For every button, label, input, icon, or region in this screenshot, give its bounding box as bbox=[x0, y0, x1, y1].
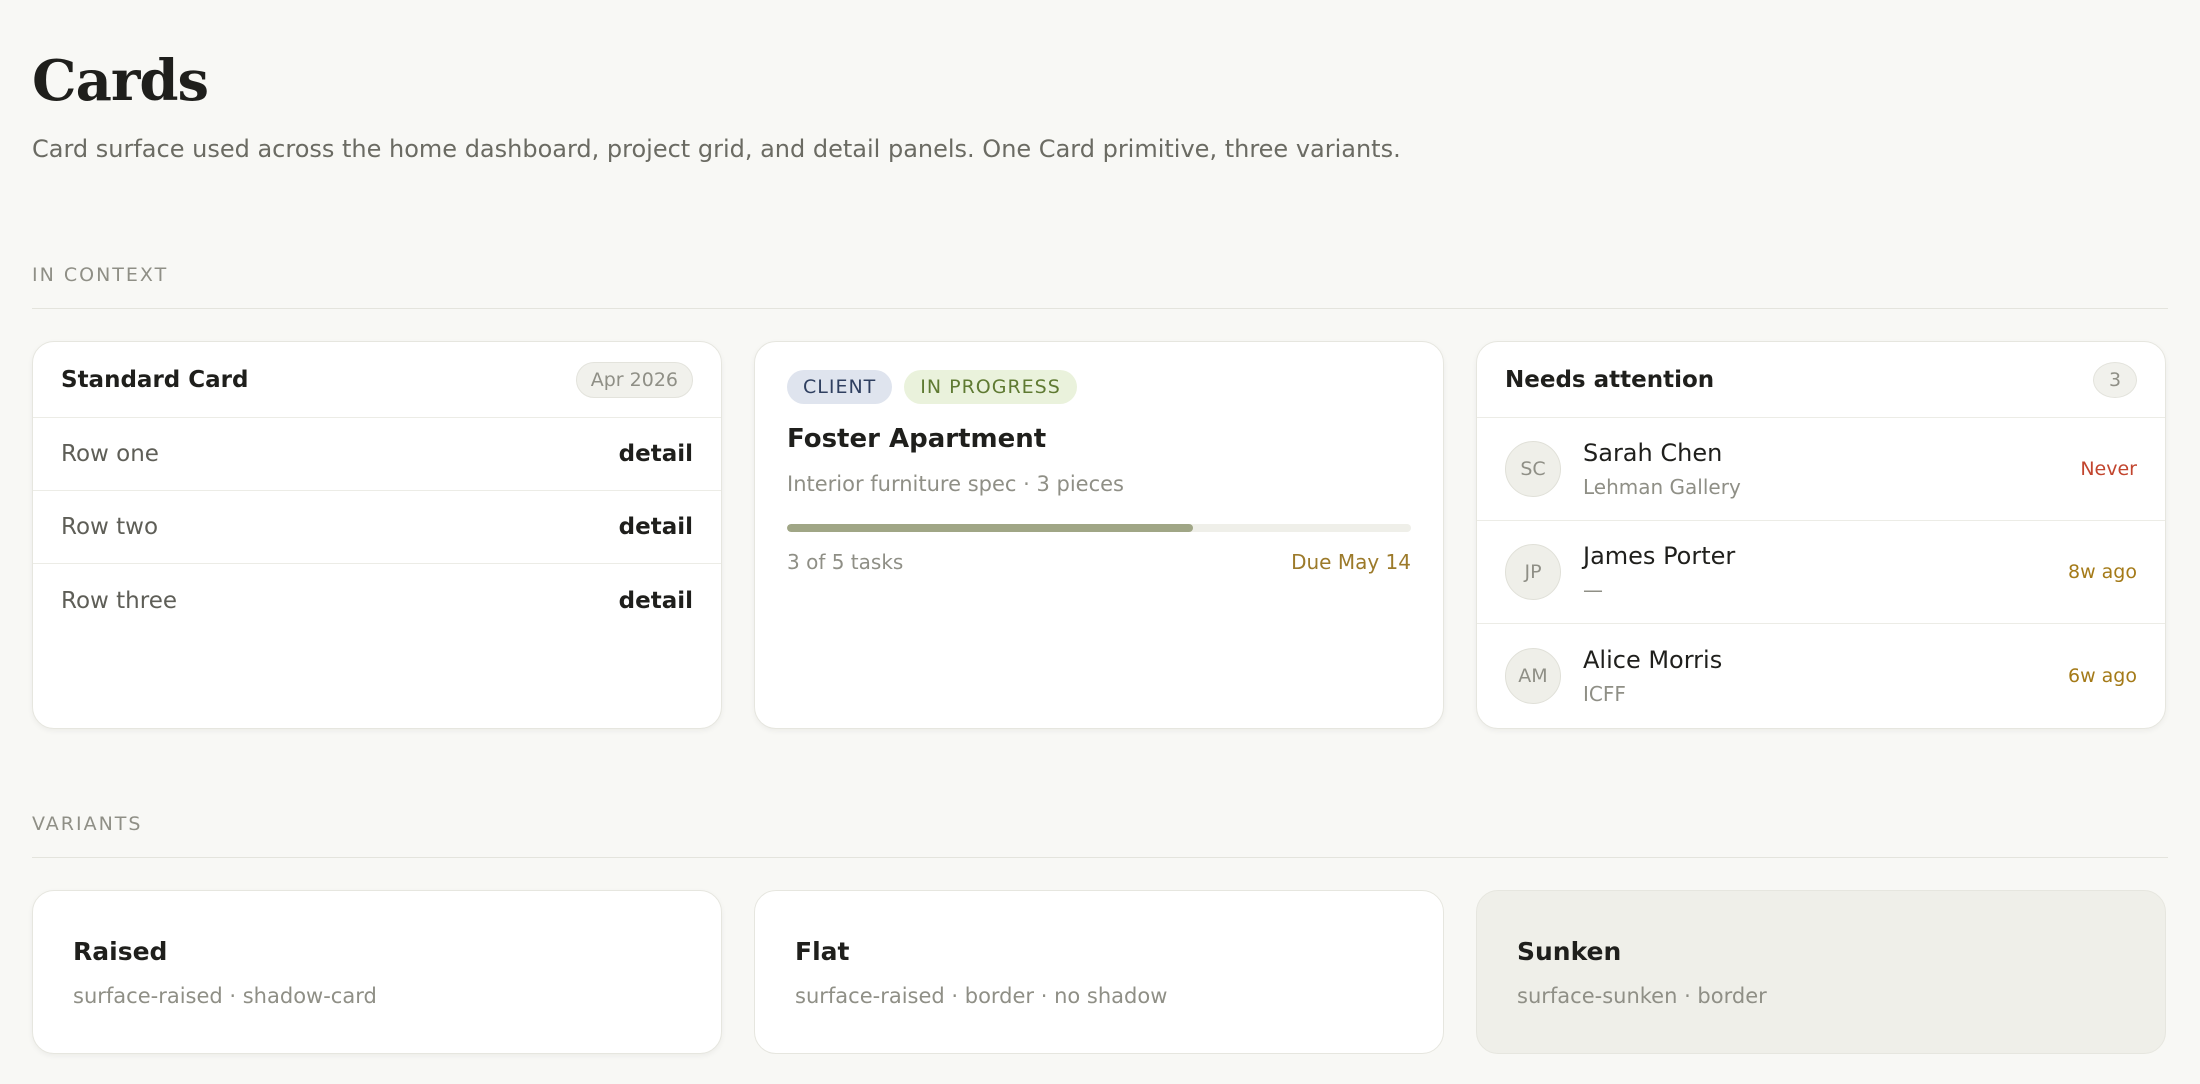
row-detail: detail bbox=[618, 587, 693, 614]
attention-card: Needs attention 3 SC Sarah Chen Lehman G… bbox=[1476, 341, 2166, 729]
section-divider bbox=[32, 308, 2168, 309]
variant-raised-card: Raised surface-raised · shadow-card bbox=[32, 890, 722, 1054]
contact-name: James Porter bbox=[1583, 542, 1736, 570]
list-row[interactable]: Row two detail bbox=[33, 491, 721, 564]
count-badge: 3 bbox=[2093, 361, 2137, 398]
task-count: 3 of 5 tasks bbox=[787, 550, 904, 574]
contact-row[interactable]: JP James Porter — 8w ago bbox=[1477, 521, 2165, 624]
contact-row[interactable]: SC Sarah Chen Lehman Gallery Never bbox=[1477, 418, 2165, 521]
variant-title: Flat bbox=[795, 936, 850, 966]
card-title: Needs attention bbox=[1505, 366, 1715, 393]
variant-desc: surface-sunken · border bbox=[1517, 983, 1767, 1008]
contact-org: Lehman Gallery bbox=[1583, 475, 1741, 499]
list-row[interactable]: Row three detail bbox=[33, 564, 721, 637]
avatar: SC bbox=[1505, 441, 1561, 497]
card-title: Standard Card bbox=[61, 366, 249, 393]
context-grid: Standard Card Apr 2026 Row one detail Ro… bbox=[32, 341, 2168, 729]
progress-bar bbox=[787, 524, 1411, 532]
contact-name: Sarah Chen bbox=[1583, 439, 1723, 467]
row-detail: detail bbox=[618, 514, 693, 540]
card-header: Needs attention 3 bbox=[1477, 342, 2165, 418]
tag-client: CLIENT bbox=[787, 370, 893, 404]
contact-org: ICFF bbox=[1583, 681, 1626, 706]
row-label: Row two bbox=[61, 514, 159, 540]
contact-row[interactable]: AM Alice Morris ICFF 6w ago bbox=[1477, 624, 2165, 727]
section-label-context: IN CONTEXT bbox=[32, 264, 169, 286]
section-divider bbox=[32, 857, 2168, 858]
variant-title: Sunken bbox=[1517, 936, 1622, 966]
progress-fill bbox=[787, 524, 1193, 532]
avatar: JP bbox=[1505, 544, 1561, 600]
page: Cards Card surface used across the home … bbox=[0, 0, 2200, 1054]
row-label: Row three bbox=[61, 587, 177, 614]
row-label: Row one bbox=[61, 441, 159, 467]
tag-status: IN PROGRESS bbox=[904, 370, 1077, 404]
project-subtitle: Interior furniture spec · 3 pieces bbox=[787, 472, 1124, 496]
tag-list: CLIENT IN PROGRESS bbox=[787, 370, 1411, 404]
project-footer: 3 of 5 tasks Due May 14 bbox=[787, 550, 1411, 574]
list-row[interactable]: Row one detail bbox=[33, 418, 721, 491]
page-title: Cards bbox=[32, 48, 209, 114]
date-badge: Apr 2026 bbox=[575, 361, 693, 398]
variants-grid: Raised surface-raised · shadow-card Flat… bbox=[32, 890, 2168, 1054]
last-contact: 6w ago bbox=[2068, 664, 2137, 687]
standard-card: Standard Card Apr 2026 Row one detail Ro… bbox=[32, 341, 722, 729]
variant-title: Raised bbox=[73, 936, 168, 966]
variant-desc: surface-raised · shadow-card bbox=[73, 983, 377, 1008]
avatar: AM bbox=[1505, 647, 1561, 704]
last-contact: 8w ago bbox=[2068, 561, 2137, 583]
project-title: Foster Apartment bbox=[787, 424, 1047, 454]
page-subtitle: Card surface used across the home dashbo… bbox=[32, 135, 1401, 163]
project-card[interactable]: CLIENT IN PROGRESS Foster Apartment Inte… bbox=[754, 341, 1444, 729]
contact-name: Alice Morris bbox=[1583, 645, 1723, 674]
last-contact: Never bbox=[2080, 458, 2137, 480]
variant-desc: surface-raised · border · no shadow bbox=[795, 983, 1168, 1008]
variant-flat-card: Flat surface-raised · border · no shadow bbox=[754, 890, 1444, 1054]
variant-sunken-card: Sunken surface-sunken · border bbox=[1476, 890, 2166, 1054]
row-detail: detail bbox=[618, 441, 693, 467]
contact-org: — bbox=[1583, 578, 1603, 602]
due-date: Due May 14 bbox=[1291, 550, 1411, 574]
card-header: Standard Card Apr 2026 bbox=[33, 342, 721, 418]
section-label-variants: VARIANTS bbox=[32, 813, 143, 835]
